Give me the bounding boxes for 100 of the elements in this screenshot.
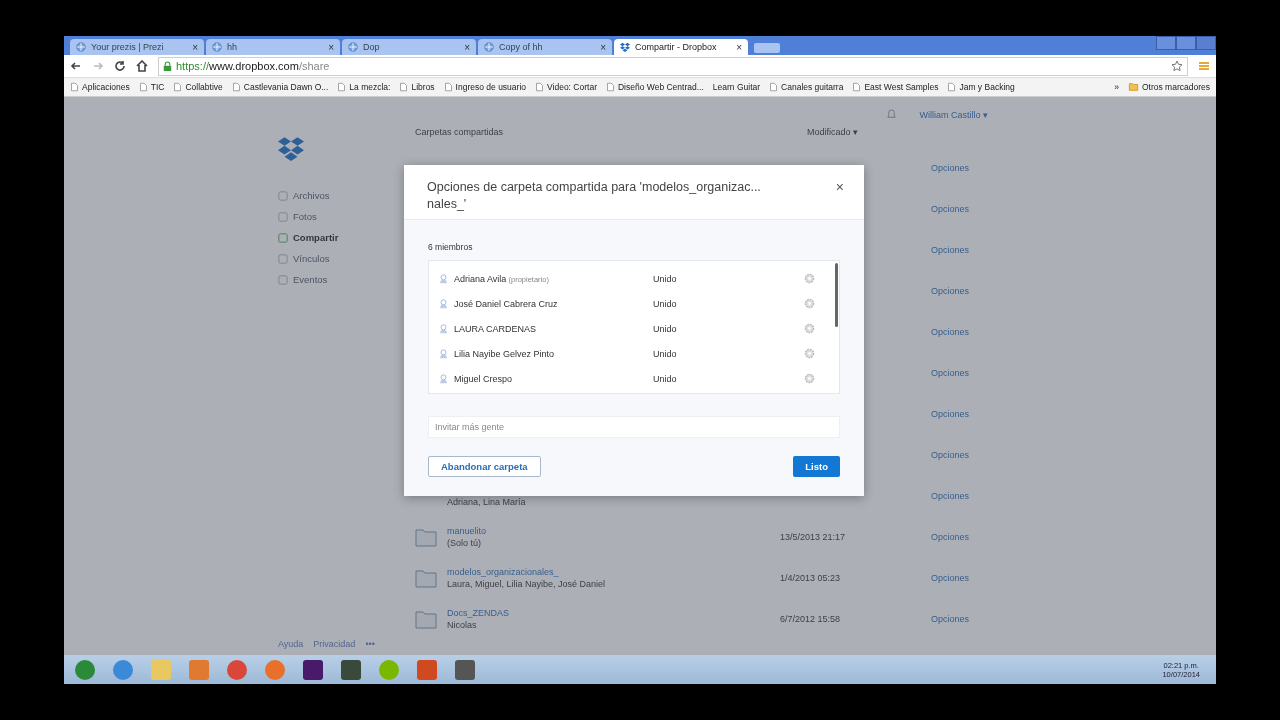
globe-icon [484, 42, 494, 52]
column-heading: Carpetas compartidas [415, 127, 504, 137]
scrollbar-thumb[interactable] [835, 263, 838, 327]
other-bookmarks-item[interactable]: Otros marcadores [1127, 82, 1210, 92]
page-icon [173, 82, 183, 92]
person-icon [439, 373, 448, 384]
nav-icon [278, 232, 288, 243]
close-button[interactable]: × [835, 179, 844, 195]
close-window-button[interactable] [1196, 36, 1216, 50]
nav-icon [278, 211, 288, 222]
person-icon [439, 323, 448, 334]
invite-field[interactable]: Invitar más gente [428, 416, 840, 438]
page-icon [337, 82, 347, 92]
close-icon[interactable]: × [328, 41, 334, 53]
folder-members: Adriana, Lina María [447, 496, 527, 507]
browser-tab[interactable]: Your prezis | Prezi × [70, 39, 204, 55]
nav-icon [278, 274, 288, 285]
close-icon[interactable]: × [736, 41, 742, 53]
settings-icon[interactable] [804, 348, 815, 359]
member-status: Unido [653, 323, 678, 334]
dropbox-logo [620, 42, 630, 52]
person-icon [439, 348, 448, 359]
home-icon [136, 60, 148, 72]
settings-icon[interactable] [804, 373, 815, 384]
page-icon [70, 82, 79, 92]
shared-folder-icon [415, 567, 437, 588]
globe-icon [348, 42, 358, 52]
maximize-button[interactable] [1176, 36, 1196, 50]
settings-icon[interactable] [804, 273, 815, 284]
globe-icon [212, 42, 222, 52]
member-status: Unido [653, 273, 678, 284]
bookmark-item[interactable]: Video: Cortar [535, 82, 597, 92]
close-icon[interactable]: × [464, 41, 470, 53]
sidebar-item[interactable]: Vínculos [278, 248, 415, 269]
bookmark-item[interactable]: Castlevania Dawn O... [231, 82, 329, 92]
person-icon [439, 273, 448, 284]
bookmark-item[interactable]: Aplicaciones [70, 82, 130, 92]
bookmark-item[interactable]: East West Samples [852, 82, 939, 92]
browser-tab[interactable]: hh × [206, 39, 340, 55]
folder-icon [1127, 82, 1139, 92]
address-field[interactable]: https://www.dropbox.com/share [158, 56, 1188, 76]
close-icon[interactable]: × [600, 41, 606, 53]
person-icon [439, 298, 448, 309]
page-icon [852, 82, 862, 92]
page-icon [399, 82, 409, 92]
modified-date: 13/5/2013 21:17 [780, 531, 847, 542]
dropbox-logo [278, 135, 304, 161]
bookmark-item[interactable]: Canales guitarra [769, 82, 844, 92]
browser-tab[interactable]: Copy of hh × [478, 39, 612, 55]
sort-button[interactable]: Modificado ▾ [806, 127, 858, 137]
member-status: Unido [653, 298, 678, 309]
page-icon [947, 82, 957, 92]
settings-icon[interactable] [804, 298, 815, 309]
forward-arrow-icon [92, 60, 104, 72]
bell-icon [886, 109, 898, 120]
dialog-title: Opciones de carpeta compartida para 'modelos_organizac... nales_' [427, 179, 762, 213]
bookmark-item[interactable]: La mezcla: [337, 82, 391, 92]
shared-folder-icon [415, 526, 437, 547]
page-icon [605, 82, 615, 92]
sidebar-item[interactable]: Archivos [278, 185, 415, 206]
folder-members: Laura, Miguel, Lilia Nayibe, José Daniel [447, 578, 607, 589]
member-status: Unido [653, 348, 678, 359]
page-icon [535, 82, 545, 92]
leave-folder-button[interactable]: Abandonar carpeta [428, 456, 541, 477]
globe-icon [76, 42, 86, 52]
bookmark-item[interactable]: Jam y Backing [947, 82, 1015, 92]
member-status: Unido [653, 373, 678, 384]
member-name: LAURA CARDENAS [454, 323, 538, 334]
star-icon [1171, 60, 1183, 72]
minimize-button[interactable] [1156, 36, 1176, 50]
browser-tab[interactable]: Dop × [342, 39, 476, 55]
done-button[interactable]: Listo [793, 456, 840, 477]
sidebar-item[interactable]: Fotos [278, 206, 415, 227]
browser-tab[interactable]: Compartir - Dropbox × [614, 39, 748, 55]
settings-icon[interactable] [804, 323, 815, 334]
member-count: 6 miembros [428, 242, 474, 252]
page-icon [231, 82, 241, 92]
bookmark-item[interactable]: Libros [399, 82, 435, 92]
member-name: José Daniel Cabrera Cruz [454, 298, 559, 309]
bookmark-item[interactable]: Learn Guitar [712, 82, 761, 92]
sidebar-item[interactable]: Compartir [278, 227, 415, 248]
page-icon [769, 82, 779, 92]
more-bookmarks-button[interactable]: » [1114, 82, 1119, 92]
bookmark-item[interactable]: Ingreso de usuario [443, 82, 527, 92]
bookmark-item[interactable]: TIC [138, 82, 165, 92]
close-icon[interactable]: × [192, 41, 198, 53]
page-icon [138, 82, 148, 92]
modified-date: 1/4/2013 05:23 [780, 572, 842, 583]
shared-folder-icon [415, 608, 437, 629]
new-tab-button[interactable] [754, 43, 780, 53]
folder-members: (Solo tú) [447, 537, 482, 548]
modified-date: 6/7/2012 15:58 [780, 613, 842, 624]
bookmark-item[interactable]: Collabtive [173, 82, 223, 92]
menu-icon [1198, 60, 1210, 72]
sidebar-item[interactable]: Eventos [278, 269, 415, 290]
lock-icon [163, 60, 172, 72]
folder-members: Nicolas [447, 619, 478, 630]
page-icon [443, 82, 453, 92]
nav-icon [278, 253, 288, 264]
bookmark-item[interactable]: Diseño Web Centrad... [605, 82, 704, 92]
